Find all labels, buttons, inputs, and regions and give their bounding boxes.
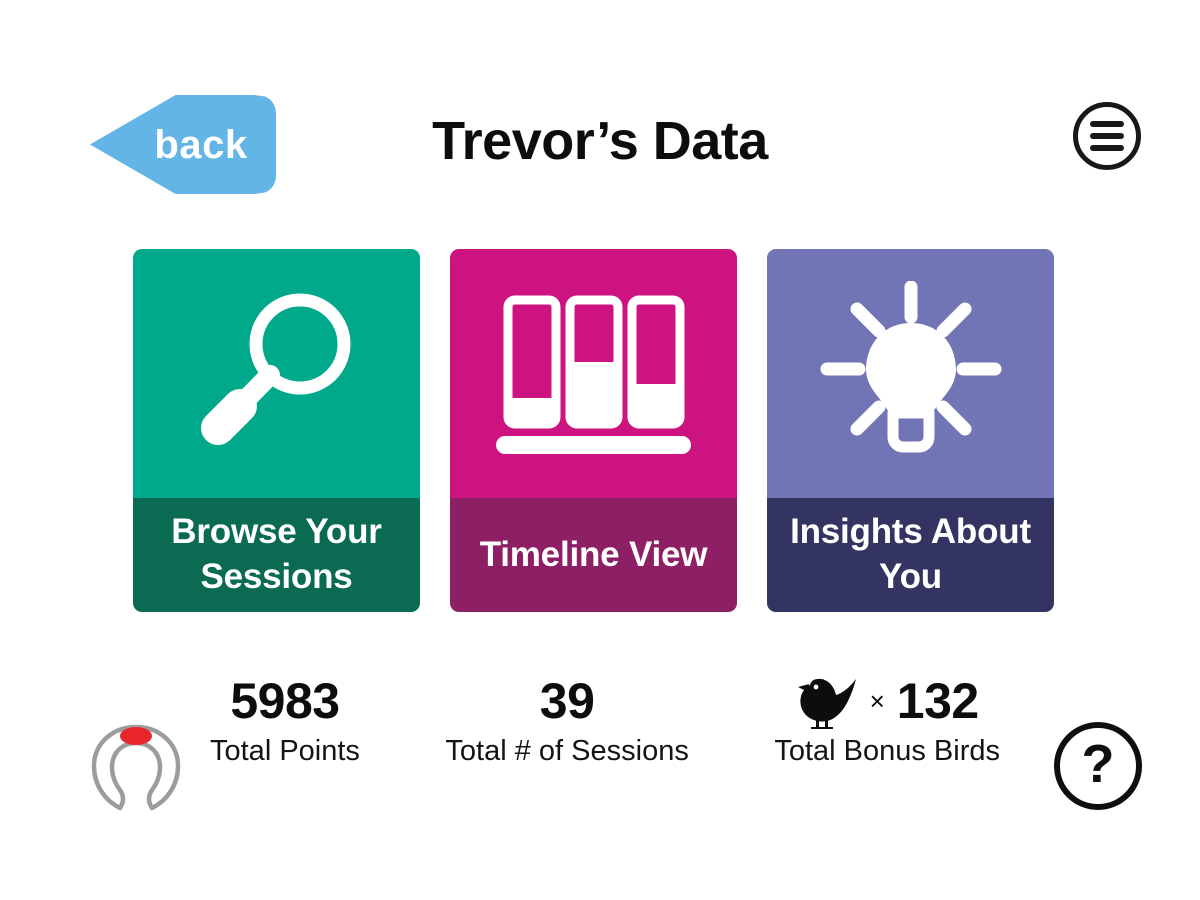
lightbulb-icon	[820, 281, 1001, 453]
multiplier-sign: ×	[869, 685, 885, 716]
stat-value-line: 39	[540, 672, 595, 730]
menu-bar-middle	[1090, 133, 1124, 139]
stat-label: Total # of Sessions	[445, 735, 689, 767]
menu-bar-top	[1090, 121, 1124, 127]
card-icon-area	[133, 249, 420, 498]
stat-value: 132	[896, 673, 979, 729]
card-label: Timeline View	[479, 534, 708, 574]
help-button[interactable]: ?	[1054, 722, 1142, 810]
card-insights-about-you[interactable]: Insights About You	[767, 249, 1054, 612]
card-icon-area	[767, 249, 1054, 498]
stat-total-points: 5983 Total Points	[210, 672, 360, 768]
card-timeline-view[interactable]: Timeline View	[450, 249, 737, 612]
stats-row: 5983 Total Points 39 Total # of Sessions	[210, 672, 1000, 768]
bar-chart-icon	[496, 295, 691, 454]
bird-icon	[797, 678, 856, 729]
card-label: Insights About You	[790, 512, 1031, 596]
card-row: Browse Your Sessions Timeline View Insig…	[133, 249, 1054, 612]
stat-value: 39	[539, 673, 595, 729]
question-mark-icon: ?	[1081, 734, 1115, 794]
stat-label: Total Bonus Birds	[774, 735, 1000, 767]
menu-bar-bottom	[1090, 145, 1124, 151]
app-root: back Trevor’s Data Browse Your Sessions	[0, 0, 1200, 900]
card-browse-your-sessions[interactable]: Browse Your Sessions	[133, 249, 420, 612]
card-label: Browse Your Sessions	[171, 512, 382, 596]
stat-total-sessions: 39 Total # of Sessions	[445, 672, 688, 768]
horseshoe-brand-logo	[91, 724, 181, 811]
card-icon-area	[450, 249, 737, 498]
stat-value-line: 5983	[230, 672, 340, 730]
stat-total-bonus-birds: × 132 Total Bonus Birds	[774, 672, 1000, 768]
card-label-area: Insights About You	[767, 498, 1054, 612]
magnifying-glass-icon	[200, 293, 350, 445]
page-title: Trevor’s Data	[432, 111, 768, 171]
stat-value: 5983	[230, 673, 340, 729]
card-label-area: Browse Your Sessions	[133, 498, 420, 612]
hamburger-menu-icon[interactable]	[1073, 102, 1141, 170]
stat-value-line: × 132	[796, 672, 979, 730]
card-label-area: Timeline View	[450, 498, 737, 612]
stat-label: Total Points	[210, 735, 360, 767]
